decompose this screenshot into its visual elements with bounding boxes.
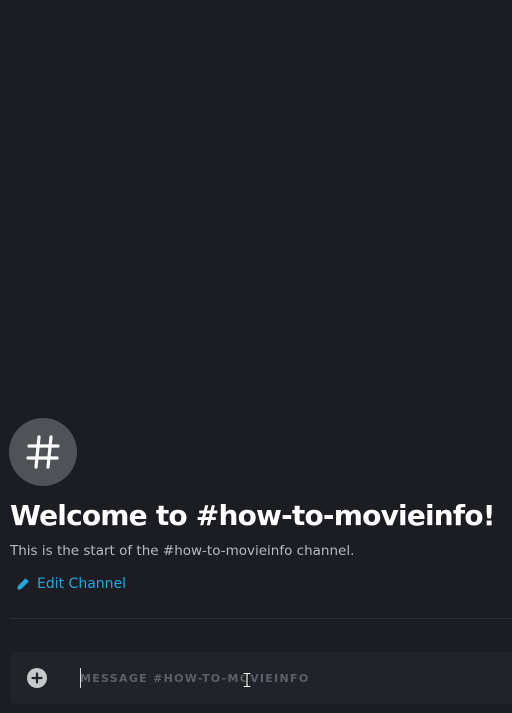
message-input[interactable]: [80, 666, 500, 690]
edit-channel-label: Edit Channel: [37, 576, 127, 592]
chat-area: Welcome to #how-to-movieinfo! This is th…: [0, 0, 512, 713]
attach-button[interactable]: [27, 668, 47, 688]
edit-channel-button[interactable]: Edit Channel: [16, 576, 126, 592]
divider: [10, 618, 512, 619]
welcome-title: Welcome to #how-to-movieinfo!: [10, 499, 496, 532]
channel-hashtag-avatar: [9, 418, 77, 486]
message-composer: [10, 652, 512, 704]
welcome-subtitle: This is the start of the #how-to-moviein…: [10, 543, 355, 559]
plus-circle-icon: [31, 672, 43, 684]
hashtag-icon: [26, 435, 60, 469]
text-caret: [80, 668, 81, 688]
pencil-icon: [17, 578, 29, 590]
